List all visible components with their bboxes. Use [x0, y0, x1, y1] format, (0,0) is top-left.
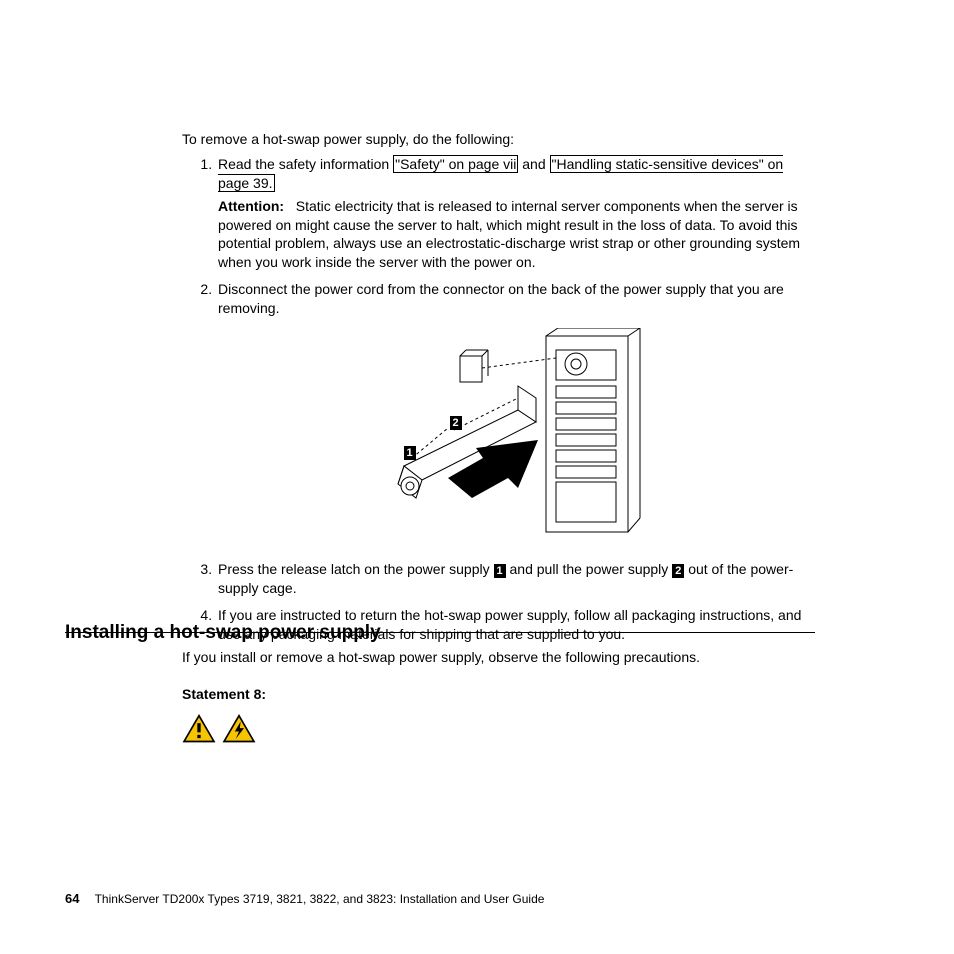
- inline-callout-2: 2: [672, 564, 684, 578]
- content-block: To remove a hot-swap power supply, do th…: [182, 130, 812, 652]
- link-safety[interactable]: "Safety" on page vii: [393, 155, 518, 173]
- figure-illustration: 1 2: [368, 328, 673, 548]
- item1-pre: Read the safety information: [218, 156, 393, 172]
- attention-body: Static electricity that is released to i…: [218, 198, 800, 271]
- inline-callout-1: 1: [494, 564, 506, 578]
- list-item-1: Read the safety information "Safety" on …: [216, 155, 812, 272]
- list-item-2: Disconnect the power cord from the conne…: [216, 280, 812, 548]
- list-item-3: Press the release latch on the power sup…: [216, 560, 812, 598]
- figure-container: 1 2: [228, 328, 812, 548]
- page: To remove a hot-swap power supply, do th…: [0, 0, 954, 954]
- item1-mid: and: [518, 156, 549, 172]
- intro-text: To remove a hot-swap power supply, do th…: [182, 130, 812, 149]
- statement-label: Statement 8:: [182, 685, 806, 704]
- section-intro: If you install or remove a hot-swap powe…: [182, 648, 806, 667]
- procedure-list: Read the safety information "Safety" on …: [182, 155, 812, 644]
- section-heading: Installing a hot-swap power supply: [65, 622, 381, 644]
- page-number: 64: [65, 891, 79, 906]
- caution-exclamation-icon: [182, 714, 216, 744]
- callout-2: 2: [450, 416, 462, 430]
- attention-label: Attention:: [218, 198, 284, 214]
- attention-block: Attention: Static electricity that is re…: [218, 197, 812, 273]
- callout-1: 1: [404, 446, 416, 460]
- page-footer: 64 ThinkServer TD200x Types 3719, 3821, …: [65, 891, 544, 906]
- item2-text: Disconnect the power cord from the conne…: [218, 281, 784, 316]
- caution-electrical-icon: [222, 714, 256, 744]
- warning-icons: [182, 714, 806, 744]
- item3-mid: and pull the power supply: [506, 561, 673, 577]
- footer-title: ThinkServer TD200x Types 3719, 3821, 382…: [95, 892, 545, 906]
- item3-pre: Press the release latch on the power sup…: [218, 561, 494, 577]
- power-supply-removal-diagram: [368, 328, 673, 548]
- section-body: If you install or remove a hot-swap powe…: [182, 648, 806, 744]
